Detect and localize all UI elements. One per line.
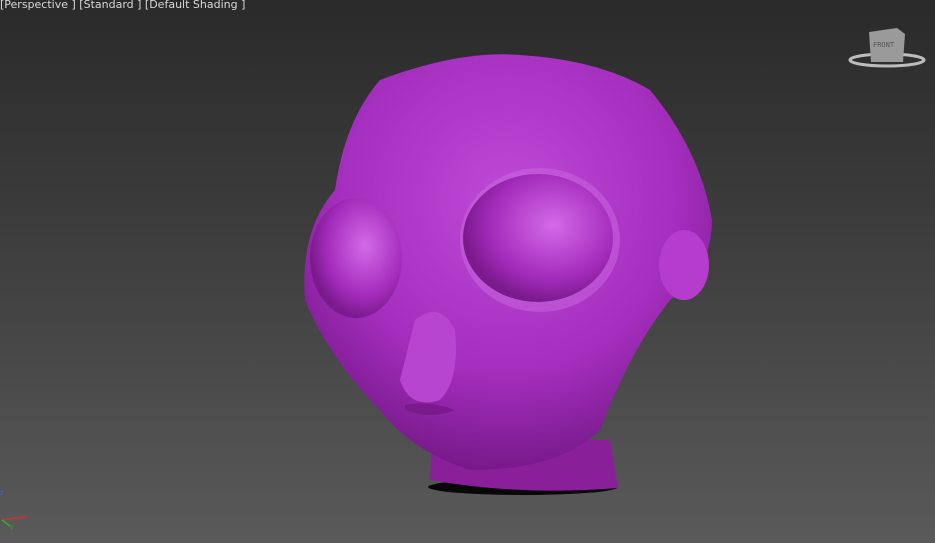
alien-head-model[interactable] [304, 54, 712, 495]
viewport-canvas[interactable] [0, 0, 935, 543]
eye-right [463, 174, 613, 302]
axis-y-label: y [10, 524, 14, 530]
model-ear [659, 230, 709, 300]
axis-x-line [1, 516, 25, 521]
viewcube-face-label: FRONT [873, 41, 895, 49]
viewcube[interactable]: FRONT [845, 22, 930, 72]
axis-x-label: x [23, 513, 27, 521]
axis-y-line [1, 519, 11, 527]
axis-tripod: z x y [0, 489, 27, 530]
axis-z-label: z [0, 489, 4, 497]
eye-left [310, 198, 402, 318]
